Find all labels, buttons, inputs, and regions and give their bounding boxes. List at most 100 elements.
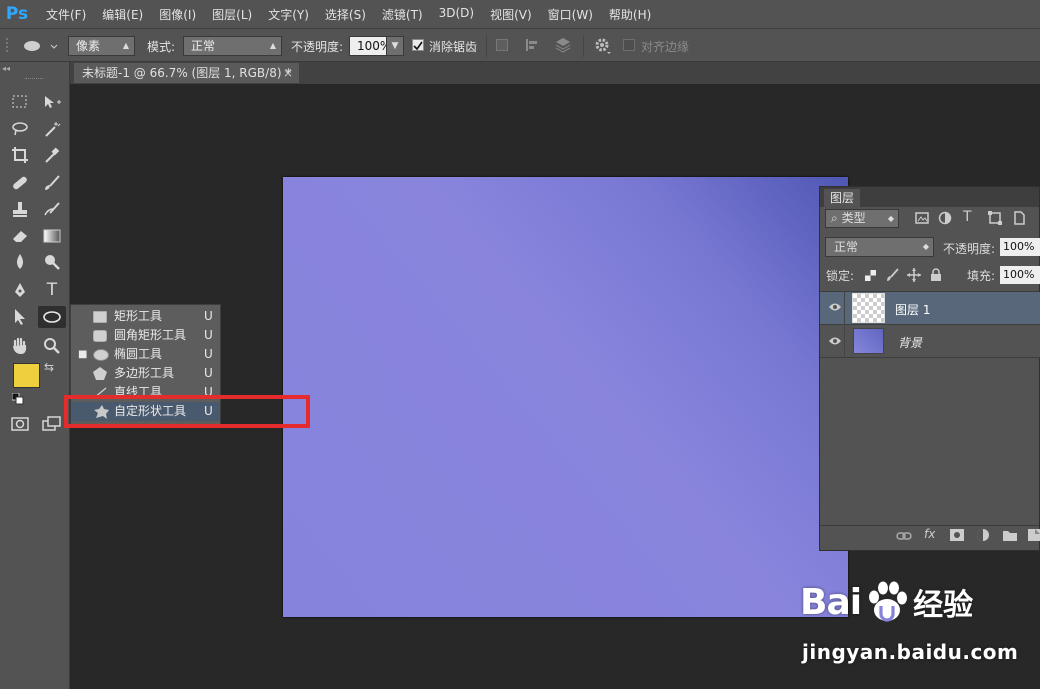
- gradient-tool-icon[interactable]: [40, 225, 64, 247]
- layer-row-background[interactable]: 背景: [820, 325, 1040, 358]
- type-tool-icon[interactable]: T: [40, 279, 64, 301]
- tool-preset-picker[interactable]: [18, 36, 62, 56]
- layer-opacity-input[interactable]: 100%: [1000, 238, 1040, 256]
- marquee-tool-icon[interactable]: [8, 91, 32, 113]
- mode-select[interactable]: 正常 ▲: [183, 36, 282, 56]
- path-arrangement-icon[interactable]: [553, 36, 573, 57]
- menu-item[interactable]: 图层(L): [204, 6, 260, 23]
- flyout-item-shortcut: U: [204, 328, 213, 342]
- menu-item[interactable]: 文件(F): [38, 6, 94, 23]
- align-edges-label: 对齐边缘: [641, 40, 690, 54]
- menu-item[interactable]: 图像(I): [151, 6, 204, 23]
- menu-item[interactable]: 选择(S): [317, 6, 374, 23]
- flyout-item-label: 多边形工具: [114, 366, 175, 380]
- screen-mode-icon[interactable]: [40, 413, 64, 435]
- blend-mode-select[interactable]: 正常 ◆: [825, 237, 934, 257]
- paw-logo-icon: [869, 581, 908, 622]
- chevron-updown-icon: ▲: [122, 41, 129, 50]
- brush-tool-icon[interactable]: [40, 172, 64, 194]
- background-layer-name[interactable]: 背景: [898, 334, 922, 351]
- healing-brush-icon[interactable]: [8, 172, 32, 194]
- new-layer-icon[interactable]: [1028, 529, 1040, 544]
- zoom-tool-icon[interactable]: [40, 335, 64, 357]
- options-grip: [6, 38, 14, 52]
- eye-icon[interactable]: [828, 301, 842, 316]
- menu-item[interactable]: 帮助(H): [601, 6, 659, 23]
- mode-label: 模式:: [147, 40, 176, 54]
- layer-mask-icon[interactable]: [950, 529, 964, 544]
- ellipse-tool-icon: [93, 348, 109, 361]
- path-alignment-icon[interactable]: [524, 37, 540, 56]
- gear-icon[interactable]: [594, 37, 612, 58]
- divider: [844, 292, 845, 325]
- blur-tool-icon[interactable]: [8, 251, 32, 273]
- menu-item[interactable]: 窗口(W): [540, 6, 601, 23]
- ellipse-tool-icon[interactable]: [38, 306, 66, 328]
- document-tab[interactable]: 未标题-1 @ 66.7% (图层 1, RGB/8) * ×: [74, 63, 299, 83]
- chevron-updown-icon: ◆: [887, 214, 894, 223]
- menu-item[interactable]: 编辑(E): [94, 6, 151, 23]
- lasso-tool-icon[interactable]: [8, 118, 32, 140]
- document-canvas[interactable]: [283, 177, 848, 617]
- layer-style-fx-icon[interactable]: fx: [924, 527, 935, 541]
- flyout-item[interactable]: 多边形工具 U: [71, 364, 220, 383]
- default-colors-icon[interactable]: [11, 392, 24, 408]
- magic-wand-icon[interactable]: [40, 118, 64, 140]
- link-layers-icon[interactable]: [896, 530, 912, 545]
- path-operations-icon[interactable]: [496, 39, 508, 51]
- move-tool-icon[interactable]: [40, 91, 64, 113]
- menu-item[interactable]: 3D(D): [431, 6, 482, 23]
- eraser-tool-icon[interactable]: [8, 225, 32, 247]
- layers-tab[interactable]: 图层: [824, 189, 861, 207]
- stamp-tool-icon[interactable]: [8, 199, 32, 221]
- menu-bar: Ps 文件(F) 编辑(E) 图像(I) 图层(L) 文字(Y) 选择(S) 滤镜(T) 3D…: [0, 0, 1040, 28]
- flyout-item[interactable]: 圆角矩形工具 U: [71, 326, 220, 345]
- antialias-checkbox[interactable]: [412, 39, 424, 51]
- divider: [486, 35, 487, 57]
- layer-opacity-label: 不透明度:: [943, 242, 996, 256]
- photoshop-logo: Ps: [5, 4, 29, 24]
- mode-select-value: 正常: [191, 39, 216, 53]
- eyedropper-icon[interactable]: [40, 144, 64, 166]
- pen-tool-icon[interactable]: [8, 279, 32, 301]
- lock-transparent-icon[interactable]: [865, 270, 876, 284]
- swap-colors-icon[interactable]: ⇆: [44, 360, 54, 374]
- eye-icon[interactable]: [828, 335, 842, 350]
- menu-item[interactable]: 视图(V): [482, 6, 540, 23]
- fill-input[interactable]: 100%: [1000, 266, 1040, 284]
- unit-select[interactable]: 像素 ▲: [68, 36, 135, 56]
- menu-item[interactable]: 滤镜(T): [374, 6, 431, 23]
- path-selection-icon[interactable]: [8, 306, 32, 328]
- dodge-tool-icon[interactable]: [40, 251, 64, 273]
- lock-position-icon[interactable]: [907, 268, 921, 285]
- shape-filter-icon[interactable]: [988, 211, 1002, 228]
- new-group-folder-icon[interactable]: [1003, 529, 1017, 544]
- chevron-updown-icon: ▲: [269, 41, 276, 50]
- adjustment-layer-icon[interactable]: [976, 528, 990, 545]
- toolbox: ◂◂ T ⇆: [0, 62, 70, 689]
- close-icon[interactable]: ×: [283, 63, 293, 83]
- smart-object-filter-icon[interactable]: [1012, 211, 1026, 228]
- image-filter-icon[interactable]: [915, 211, 929, 228]
- opacity-dropdown-button[interactable]: ▼: [386, 36, 404, 56]
- layer1-name[interactable]: 图层 1: [895, 301, 930, 318]
- history-brush-icon[interactable]: [40, 199, 64, 221]
- flyout-item[interactable]: ■ 椭圆工具 U: [71, 345, 220, 364]
- lock-label: 锁定:: [826, 269, 855, 283]
- hand-tool-icon[interactable]: [8, 335, 32, 357]
- layer-filter-select[interactable]: ⌕ 类型 ◆: [825, 209, 899, 228]
- collapse-arrows-icon[interactable]: ◂◂: [2, 64, 10, 73]
- quick-mask-icon[interactable]: [8, 413, 32, 435]
- type-filter-icon[interactable]: T: [963, 209, 972, 225]
- layer-row-layer1[interactable]: 图层 1: [820, 292, 1040, 325]
- lock-pixels-icon[interactable]: [886, 268, 900, 285]
- adjustment-filter-icon[interactable]: [938, 211, 952, 228]
- lock-all-icon[interactable]: [930, 268, 942, 285]
- crop-tool-icon[interactable]: [8, 144, 32, 166]
- highlight-box: [64, 395, 310, 428]
- foreground-color-swatch[interactable]: [13, 363, 40, 388]
- antialias-label: 消除锯齿: [429, 40, 478, 54]
- align-edges-checkbox[interactable]: [623, 39, 635, 51]
- flyout-item[interactable]: 矩形工具 U: [71, 307, 220, 326]
- menu-item[interactable]: 文字(Y): [260, 6, 317, 23]
